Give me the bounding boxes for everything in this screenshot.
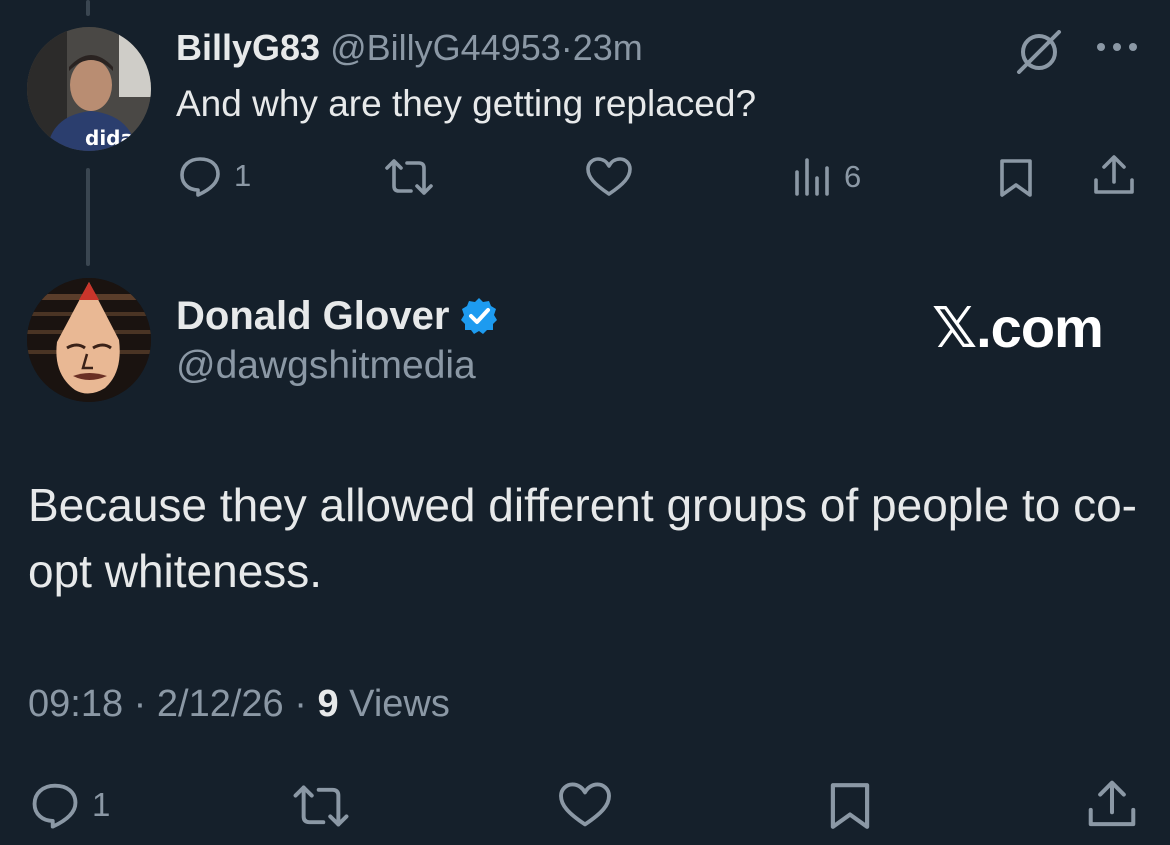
reply-action-bookmark[interactable] [998, 158, 1034, 198]
post-time[interactable]: 09:18 [28, 683, 123, 725]
thread-connector-top [86, 0, 90, 16]
bookmark-icon [1000, 159, 1032, 197]
post-action-share[interactable] [1086, 779, 1138, 829]
post-text: Because they allowed different groups of… [28, 479, 1137, 597]
reply-reply-count: 1 [234, 158, 252, 193]
post-reply-count: 1 [92, 786, 111, 823]
post-display-name[interactable]: Donald Glover [176, 292, 449, 340]
verified-badge-icon[interactable] [459, 296, 499, 336]
reply-header: BillyG83 @BillyG44953·23m [176, 26, 643, 70]
reply-handle[interactable]: @BillyG44953 [330, 27, 561, 68]
reply-view-count: 6 [844, 159, 862, 194]
post-views-count[interactable]: 9 [317, 683, 338, 725]
reply-separator: · [560, 27, 573, 68]
reply-icon [180, 157, 220, 197]
grok-icon[interactable] [1014, 30, 1064, 74]
bookmark-icon [830, 783, 870, 829]
post-views-label[interactable]: Views [349, 683, 450, 725]
heart-icon [559, 782, 611, 827]
avatar-billyg83[interactable]: didas [27, 27, 151, 151]
reply-action-repost[interactable] [383, 158, 435, 196]
bar-chart-icon [795, 158, 829, 196]
repost-icon [293, 785, 349, 827]
reply-action-reply[interactable]: 1 [178, 155, 251, 197]
heart-icon [586, 157, 632, 196]
post-date[interactable]: 2/12/26 [157, 683, 284, 725]
reply-icon [32, 783, 78, 829]
reply-time[interactable]: 23m [573, 27, 643, 68]
repost-icon [385, 159, 433, 195]
post-action-repost[interactable] [290, 784, 352, 828]
brand-watermark: 𝕏.com [932, 296, 1104, 359]
share-icon [1088, 780, 1136, 827]
post-meta: 09:18 · 2/12/26 · 9 Views [28, 680, 450, 728]
post-action-like[interactable] [556, 781, 614, 829]
meta-separator-2: · [294, 683, 307, 725]
share-icon [1094, 155, 1134, 194]
tweet-thread: didas BillyG83 @BillyG44953·23m And why … [0, 0, 1170, 845]
reply-action-views[interactable]: 6 [792, 158, 861, 196]
post-action-reply[interactable]: 1 [30, 781, 110, 829]
post-header: Donald Glover [176, 292, 499, 340]
post-handle[interactable]: @dawgshitmedia [176, 342, 476, 390]
reply-text: And why are they getting replaced? [176, 83, 757, 124]
reply-display-name[interactable]: BillyG83 [176, 27, 320, 68]
avatar-donald-glover[interactable] [27, 278, 151, 402]
post-action-bookmark[interactable] [828, 781, 872, 831]
avatar-shirt-text: didas [85, 126, 146, 150]
thread-connector [86, 168, 90, 266]
meta-separator-1: · [133, 683, 147, 725]
reply-action-like[interactable] [584, 156, 634, 198]
reply-action-share[interactable] [1092, 154, 1136, 196]
more-icon[interactable] [1094, 40, 1140, 54]
